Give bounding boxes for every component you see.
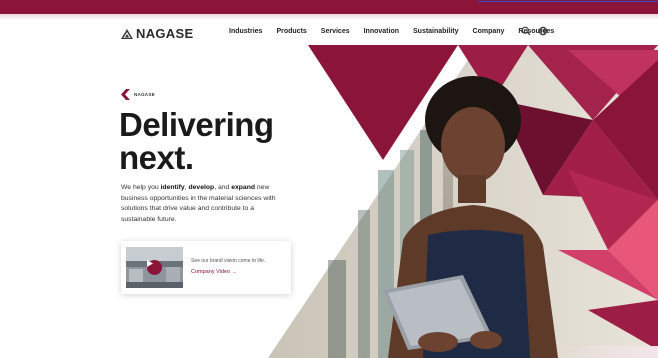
nav-icons [521, 26, 548, 36]
intro-part: We help you [121, 184, 161, 191]
nav-links: Industries Products Services Innovation … [229, 28, 568, 35]
nav-item-industries[interactable]: Industries [229, 28, 262, 35]
search-icon[interactable] [521, 26, 531, 36]
nav-item-sustainability[interactable]: Sustainability [413, 28, 459, 35]
nagase-logo-icon [121, 28, 133, 39]
intro-part: , and [214, 184, 232, 191]
brand-name: NAGASE [136, 26, 194, 41]
nav-item-innovation[interactable]: Innovation [364, 28, 399, 35]
top-banner [0, 0, 658, 14]
hero-eyebrow: NAGASE [121, 89, 155, 100]
hero-intro: We help you identify, develop, and expan… [121, 183, 286, 225]
chevron-mark-icon [121, 89, 130, 100]
hero-headline: Delivering next. [119, 108, 274, 174]
main-nav: NAGASE Industries Products Services Inno… [0, 20, 658, 44]
video-thumbnail[interactable] [126, 247, 183, 288]
brand-logo[interactable]: NAGASE [121, 26, 193, 41]
intro-develop: develop [188, 184, 215, 191]
video-card-text: See our brand vision come to life. [191, 258, 266, 264]
intro-expand: expand [231, 184, 255, 191]
headline-line-1: Delivering [119, 106, 274, 143]
play-icon [147, 260, 153, 267]
nav-item-company[interactable]: Company [473, 28, 505, 35]
globe-icon[interactable] [538, 26, 548, 36]
company-video-link[interactable]: Company Video → [191, 269, 237, 275]
nav-item-services[interactable]: Services [321, 28, 350, 35]
nav-item-products[interactable]: Products [276, 28, 306, 35]
intro-identify: identify [160, 184, 185, 191]
bottom-fade [558, 346, 658, 358]
headline-line-2: next. [119, 139, 194, 176]
hero-illustration [268, 45, 658, 358]
play-button[interactable] [147, 260, 162, 275]
company-video-card[interactable]: See our brand vision come to life. Compa… [121, 241, 291, 294]
hero-image [268, 20, 658, 358]
eyebrow-text: NAGASE [134, 92, 156, 97]
top-banner-link[interactable] [478, 0, 658, 2]
